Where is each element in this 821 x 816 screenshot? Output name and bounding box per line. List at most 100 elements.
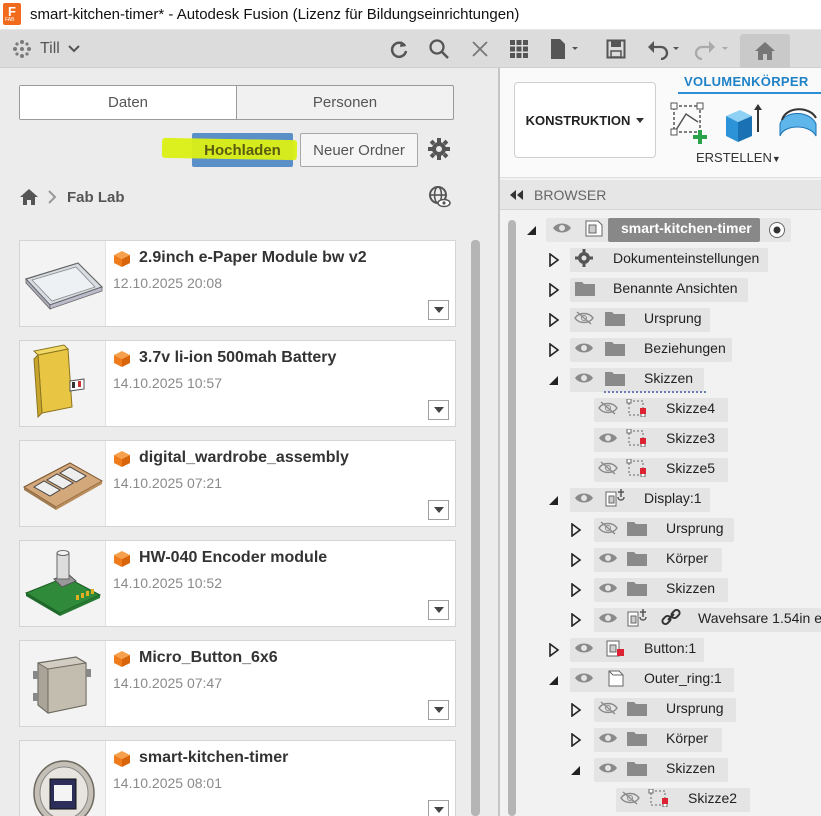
apps-grid-icon[interactable]	[508, 38, 530, 60]
redo-icon[interactable]	[694, 38, 730, 60]
visibility-eye-icon[interactable]	[574, 341, 594, 355]
collapsed-arrow-icon[interactable]	[570, 583, 582, 597]
tree-row-display-sketches[interactable]: Skizzen	[500, 576, 821, 604]
tree-row-sketches[interactable]: Skizzen	[500, 366, 821, 394]
undo-icon[interactable]	[647, 38, 683, 60]
design-card[interactable]: digital_wardrobe_assembly 14.10.2025 07:…	[19, 440, 456, 527]
design-card[interactable]: HW-040 Encoder module 14.10.2025 10:52	[19, 540, 456, 627]
refresh-icon[interactable]	[388, 38, 410, 60]
link-icon	[661, 609, 681, 626]
close-icon[interactable]	[469, 38, 491, 60]
design-card[interactable]: smart-kitchen-timer 14.10.2025 08:01	[19, 740, 456, 816]
visibility-hidden-icon[interactable]	[598, 401, 618, 415]
extrude-icon[interactable]	[722, 102, 764, 144]
collapsed-arrow-icon[interactable]	[570, 613, 582, 627]
new-folder-button[interactable]: Neuer Ordner	[300, 133, 418, 167]
expanded-arrow-icon[interactable]	[570, 763, 582, 777]
collapsed-arrow-icon[interactable]	[570, 703, 582, 717]
expanded-arrow-icon[interactable]	[548, 373, 560, 387]
collapsed-arrow-icon[interactable]	[548, 283, 560, 297]
create-sketch-icon[interactable]	[670, 102, 712, 144]
tree-row-doc-settings[interactable]: Dokumenteinstellungen	[500, 246, 821, 274]
revolve-icon[interactable]	[776, 102, 818, 144]
design-options-dropdown[interactable]	[428, 300, 449, 320]
gear-icon[interactable]	[428, 138, 450, 160]
expanded-arrow-icon[interactable]	[548, 493, 560, 507]
visibility-eye-icon[interactable]	[598, 431, 618, 445]
upload-button[interactable]: Hochladen	[161, 133, 298, 167]
tree-row-display-origin[interactable]: Ursprung	[500, 516, 821, 544]
tree-row-outer-origin[interactable]: Ursprung	[500, 696, 821, 724]
user-menu[interactable]: Till	[12, 39, 80, 59]
globe-view-icon[interactable]	[428, 185, 452, 209]
design-options-dropdown[interactable]	[428, 800, 449, 816]
folder-icon	[627, 702, 647, 716]
visibility-eye-icon[interactable]	[598, 581, 618, 595]
create-group-dropdown[interactable]: ERSTELLEN▼	[696, 150, 781, 165]
save-icon[interactable]	[605, 38, 627, 60]
design-card[interactable]: 2.9inch e-Paper Module bw v2 12.10.2025 …	[19, 240, 456, 327]
tree-row-display-link[interactable]: Wavehsare 1.54in e-	[500, 606, 821, 634]
data-panel-scrollbar[interactable]	[471, 240, 480, 816]
tab-volumenkoerper[interactable]: VOLUMENKÖRPER	[684, 74, 809, 89]
design-options-dropdown[interactable]	[428, 500, 449, 520]
tree-row-outer-sketches[interactable]: Skizzen	[500, 756, 821, 784]
tree-row-outer-ring[interactable]: Outer_ring:1	[500, 666, 821, 694]
collapsed-arrow-icon[interactable]	[570, 523, 582, 537]
visibility-eye-icon[interactable]	[598, 731, 618, 745]
tree-label-outer-ring: Outer_ring:1	[644, 670, 722, 686]
user-name: Till	[40, 40, 60, 57]
tab-daten[interactable]: Daten	[20, 86, 236, 119]
home-icon[interactable]	[19, 188, 39, 206]
visibility-hidden-icon[interactable]	[598, 521, 618, 535]
visibility-hidden-icon[interactable]	[598, 461, 618, 475]
tree-row-named-views[interactable]: Benannte Ansichten	[500, 276, 821, 304]
design-options-dropdown[interactable]	[428, 700, 449, 720]
tree-row-display-bodies[interactable]: Körper	[500, 546, 821, 574]
tree-row-outer-bodies[interactable]: Körper	[500, 726, 821, 754]
tree-row-button[interactable]: Button:1	[500, 636, 821, 664]
breadcrumb-folder[interactable]: Fab Lab	[67, 189, 125, 206]
visibility-eye-icon[interactable]	[598, 551, 618, 565]
tree-row-sketch5[interactable]: Skizze5	[500, 456, 821, 484]
visibility-eye-icon[interactable]	[552, 221, 572, 235]
tree-row-sketch3[interactable]: Skizze3	[500, 426, 821, 454]
activate-radio-icon[interactable]	[768, 221, 786, 239]
workspace-dropdown[interactable]: KONSTRUKTION	[514, 82, 656, 158]
visibility-hidden-icon[interactable]	[620, 791, 640, 805]
collapsed-arrow-icon[interactable]	[548, 343, 560, 357]
tree-row-relations[interactable]: Beziehungen	[500, 336, 821, 364]
expanded-arrow-icon[interactable]	[526, 223, 538, 237]
design-options-dropdown[interactable]	[428, 400, 449, 420]
collapsed-arrow-icon[interactable]	[570, 553, 582, 567]
tree-row-display[interactable]: Display:1	[500, 486, 821, 514]
sketch-icon	[626, 429, 646, 447]
design-options-dropdown[interactable]	[428, 600, 449, 620]
design-card[interactable]: Micro_Button_6x6 14.10.2025 07:47	[19, 640, 456, 727]
design-card[interactable]: 3.7v li-ion 500mah Battery 14.10.2025 10…	[19, 340, 456, 427]
visibility-eye-icon[interactable]	[598, 611, 618, 625]
home-tab[interactable]	[740, 34, 790, 68]
visibility-hidden-icon[interactable]	[574, 311, 594, 325]
file-menu-icon[interactable]	[548, 38, 582, 60]
tree-row-root[interactable]: smart-kitchen-timer	[500, 216, 821, 244]
collapsed-arrow-icon[interactable]	[570, 733, 582, 747]
tree-row-sketch4[interactable]: Skizze4	[500, 396, 821, 424]
tree-row-outer-sketch2[interactable]: Skizze2	[500, 786, 821, 814]
visibility-eye-icon[interactable]	[574, 641, 594, 655]
collapsed-arrow-icon[interactable]	[548, 313, 560, 327]
search-icon[interactable]	[428, 38, 450, 60]
thumbnail-wardrobe	[20, 441, 106, 526]
collapsed-arrow-icon[interactable]	[548, 643, 560, 657]
caret-down-icon	[433, 707, 444, 713]
collapse-panel-icon[interactable]	[510, 189, 524, 200]
tab-personen[interactable]: Personen	[236, 86, 453, 119]
visibility-eye-icon[interactable]	[574, 491, 594, 505]
tree-row-origin[interactable]: Ursprung	[500, 306, 821, 334]
visibility-eye-icon[interactable]	[598, 761, 618, 775]
collapsed-arrow-icon[interactable]	[548, 253, 560, 267]
expanded-arrow-icon[interactable]	[548, 673, 560, 687]
visibility-hidden-icon[interactable]	[598, 701, 618, 715]
visibility-eye-icon[interactable]	[574, 371, 594, 385]
visibility-eye-icon[interactable]	[574, 671, 594, 685]
